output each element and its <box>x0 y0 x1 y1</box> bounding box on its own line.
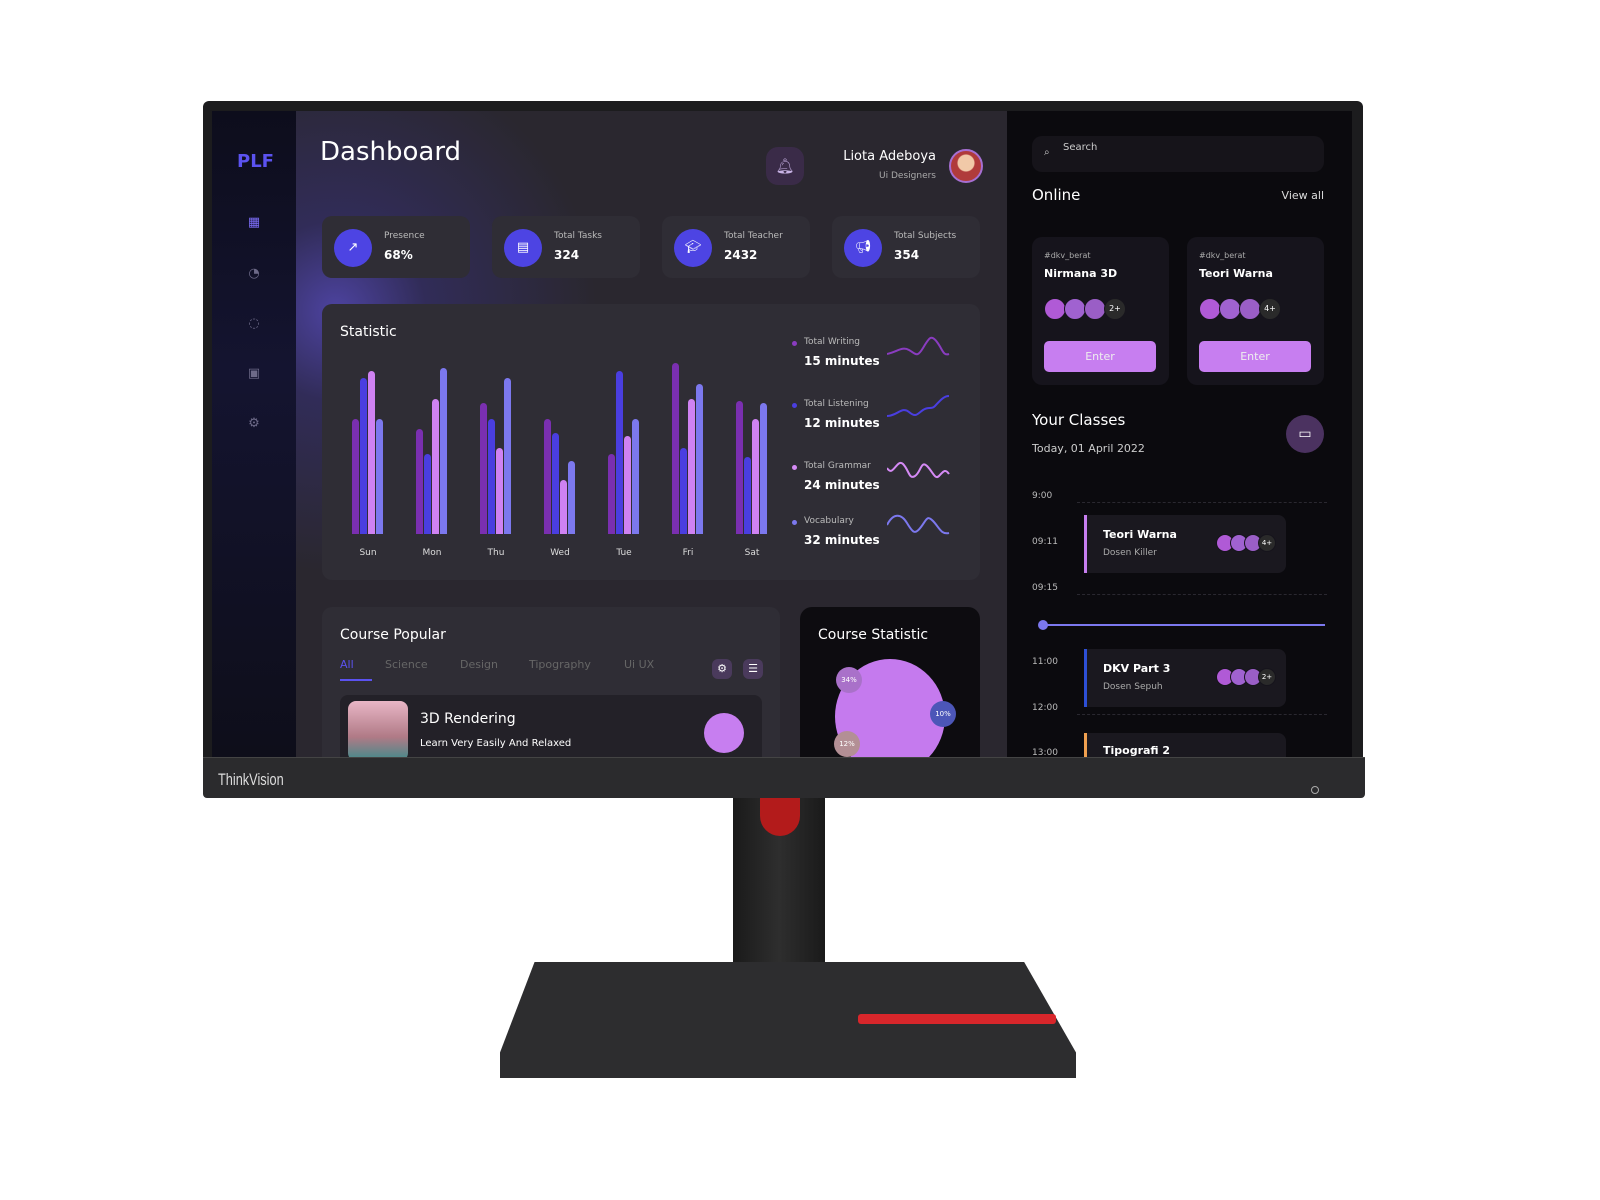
pie-icon[interactable]: ◔ <box>246 266 262 282</box>
course-progress-circle <box>704 713 744 753</box>
legend-name: Total Grammar <box>804 461 871 471</box>
legend-dot <box>792 520 797 525</box>
sidebar: PLF ▦ ◔ ◌ ▣ ⚙ <box>212 111 296 757</box>
tab-all[interactable]: All <box>340 658 354 671</box>
class-color-bar <box>1084 515 1087 573</box>
stat-value: 2432 <box>724 248 758 262</box>
segment-label: 10% <box>930 701 956 727</box>
sparkline <box>887 336 950 356</box>
stat-card-presence: ↗ Presence 68% <box>322 216 470 278</box>
sparkline <box>887 395 950 417</box>
stat-label: Total Tasks <box>554 231 602 241</box>
time-label: 12:00 <box>1032 703 1058 713</box>
class-item[interactable]: Tipografi 2 <box>1084 733 1286 757</box>
divider <box>1077 714 1327 715</box>
stat-card-tasks: ▤ Total Tasks 324 <box>492 216 640 278</box>
logo: PLF <box>237 151 274 172</box>
settings-icon[interactable]: ⚙ <box>712 659 732 679</box>
red-accent-strip <box>858 1014 1056 1024</box>
class-item[interactable]: DKV Part 3 Dosen Sepuh 2+ <box>1084 649 1286 707</box>
class-color-bar <box>1084 733 1087 757</box>
legend-dot <box>792 465 797 470</box>
class-color-bar <box>1084 649 1087 707</box>
sparkline <box>887 461 950 478</box>
stat-label: Total Subjects <box>894 231 957 241</box>
legend-value: 15 minutes <box>804 354 880 368</box>
course-title: 3D Rendering <box>420 711 516 727</box>
legend-value: 32 minutes <box>804 533 880 547</box>
stat-label: Presence <box>384 231 425 241</box>
tab-tipography[interactable]: Tipography <box>529 658 591 671</box>
class-title: DKV Part 3 <box>1103 662 1171 675</box>
class-title: Teori Warna <box>1103 528 1177 541</box>
legend-dot <box>792 341 797 346</box>
legend-name: Vocabulary <box>804 516 854 526</box>
sparkline <box>887 514 950 535</box>
power-button-icon[interactable] <box>1311 786 1319 794</box>
tab-design[interactable]: Design <box>460 658 498 671</box>
class-subtitle: Dosen Killer <box>1103 548 1157 558</box>
class-title: Tipografi 2 <box>1103 744 1171 757</box>
course-popular-title: Course Popular <box>340 627 446 643</box>
logo-text: PLF <box>237 151 274 172</box>
main-content: Dashboard 🔔︎ Liota Adeboya Ui Designers … <box>296 111 1007 757</box>
active-tab-indicator <box>340 679 372 681</box>
class-timeline: 9:00 09:11 09:15 11:00 12:00 13:00 Teori… <box>1007 111 1352 757</box>
divider <box>1077 594 1327 595</box>
more-count: 2+ <box>1258 668 1276 686</box>
stat-value: 324 <box>554 248 580 262</box>
stat-value: 354 <box>894 248 920 262</box>
user-role: Ui Designers <box>879 171 936 181</box>
tab-uiux[interactable]: Ui UX <box>624 658 654 671</box>
monitor-bezel <box>203 757 1365 798</box>
brand-logo: ThinkVision <box>218 770 284 789</box>
course-statistic-title: Course Statistic <box>818 627 929 643</box>
more-count: 4+ <box>1258 534 1276 552</box>
page-title: Dashboard <box>320 137 462 167</box>
time-label: 9:00 <box>1032 491 1053 501</box>
divider <box>1077 502 1327 503</box>
stat-value: 68% <box>384 248 413 262</box>
current-time-line <box>1043 624 1325 626</box>
stat-label: Total Teacher <box>724 231 783 241</box>
time-label: 09:11 <box>1032 537 1058 547</box>
legend-value: 12 minutes <box>804 416 880 430</box>
wallet-icon[interactable]: ▣ <box>246 366 262 382</box>
segment-label: 12% <box>834 731 860 757</box>
chat-icon[interactable]: ◌ <box>246 316 262 332</box>
legend-value: 24 minutes <box>804 478 880 492</box>
megaphone-icon: 📢︎ <box>844 229 882 267</box>
class-item[interactable]: Teori Warna Dosen Killer 4+ <box>1084 515 1286 573</box>
segment-label: 34% <box>836 667 862 693</box>
filter-icon[interactable]: ☰ <box>743 659 763 679</box>
trend-icon: ↗ <box>334 229 372 267</box>
chart-legend: Total Writing 15 minutes Total Listening 12… <box>322 304 980 580</box>
graduation-cap-icon: 🎓︎ <box>674 229 712 267</box>
course-item[interactable]: 3D Rendering Learn Very Easily And Relax… <box>340 695 762 757</box>
stat-card-subjects: 📢︎ Total Subjects 354 <box>832 216 980 278</box>
course-subtitle: Learn Very Easily And Relaxed <box>420 738 572 749</box>
screen: PLF ▦ ◔ ◌ ▣ ⚙ Dashboard 🔔︎ Liota Adeboya… <box>212 111 1352 757</box>
bell-icon[interactable]: 🔔︎ <box>766 147 804 185</box>
document-icon: ▤ <box>504 229 542 267</box>
avatar[interactable] <box>949 149 983 183</box>
settings-icon[interactable]: ⚙ <box>246 416 262 432</box>
legend-name: Total Listening <box>804 399 869 409</box>
time-label: 09:15 <box>1032 583 1058 593</box>
course-statistic-panel: Course Statistic 34% 10% 12% <box>800 607 980 757</box>
time-label: 11:00 <box>1032 657 1058 667</box>
statistic-panel: Statistic Sun Mon Thu Wed Tue Fri Sat Total Wr… <box>322 304 980 580</box>
user-name: Liota Adeboya <box>843 149 936 164</box>
right-panel: ⌕ Search Online View all #dkv_berat Nirm… <box>1007 111 1352 757</box>
tab-science[interactable]: Science <box>385 658 428 671</box>
legend-dot <box>792 403 797 408</box>
grid-icon[interactable]: ▦ <box>246 215 262 231</box>
course-popular-panel: Course Popular All Science Design Tipogr… <box>322 607 780 757</box>
stat-card-teacher: 🎓︎ Total Teacher 2432 <box>662 216 810 278</box>
course-thumbnail <box>348 701 408 757</box>
legend-name: Total Writing <box>804 337 861 347</box>
class-subtitle: Dosen Sepuh <box>1103 682 1163 692</box>
time-label: 13:00 <box>1032 748 1058 757</box>
